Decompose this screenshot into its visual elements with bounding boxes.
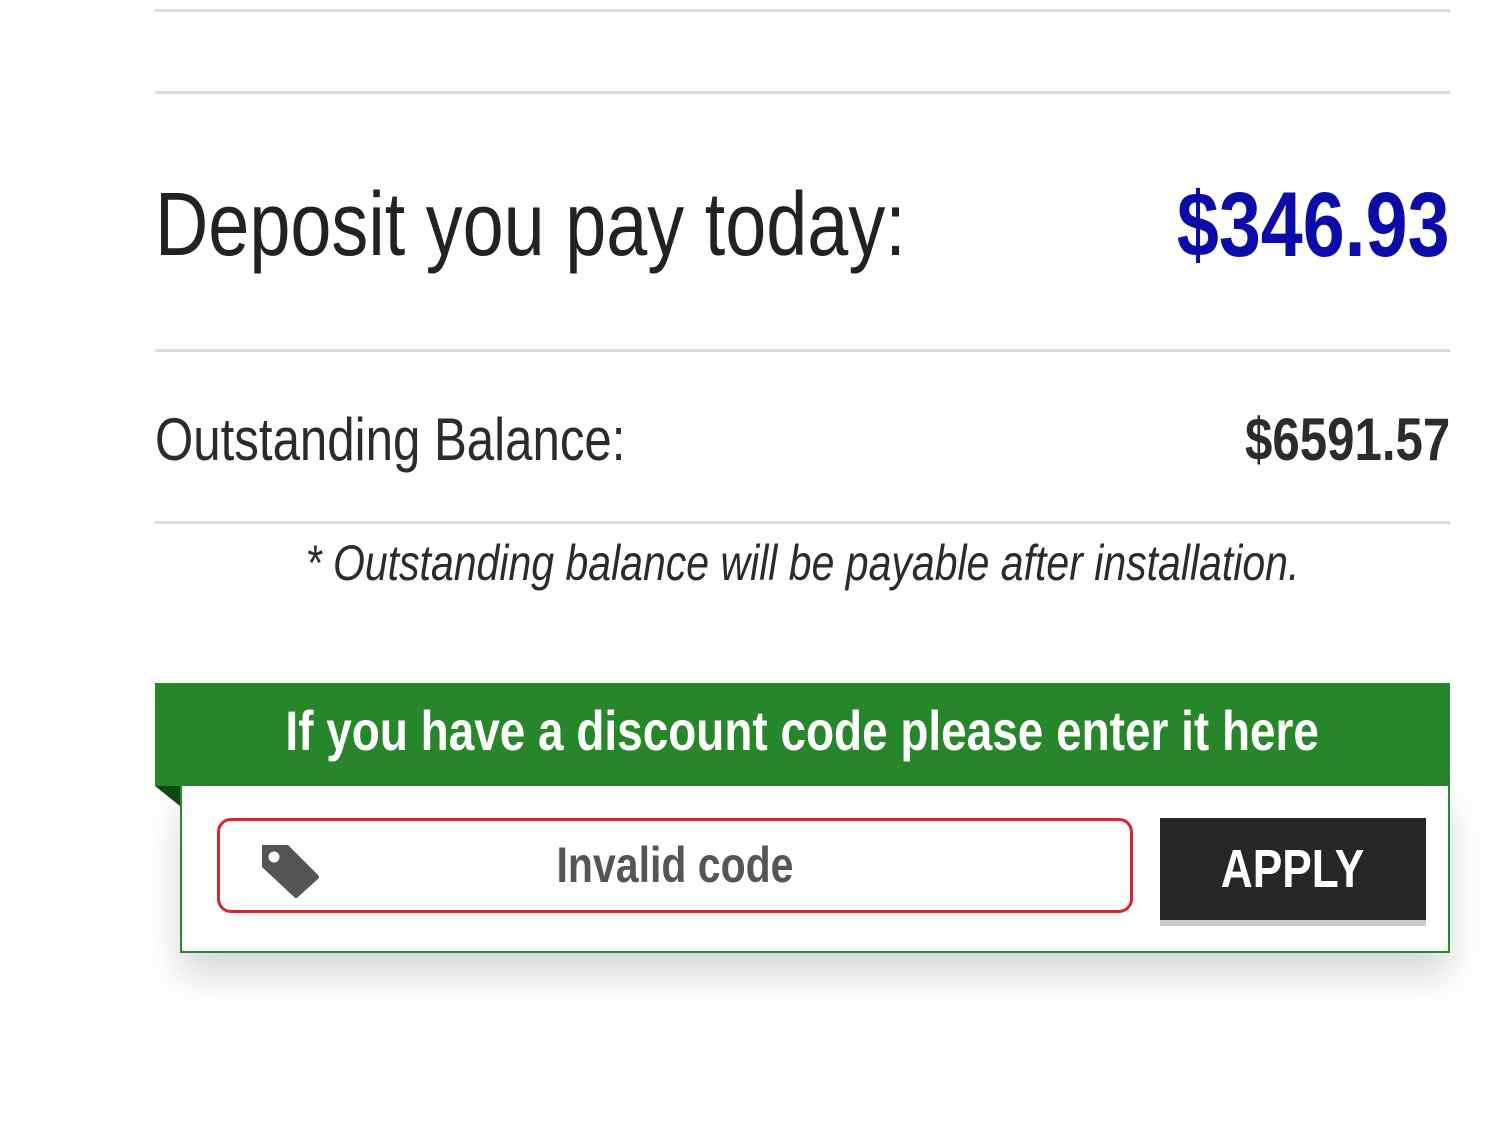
apply-button-label: APPLY — [1221, 839, 1365, 899]
divider-below-balance — [155, 521, 1450, 524]
discount-body: Invalid code APPLY — [180, 786, 1450, 953]
balance-note: * Outstanding balance will be payable af… — [305, 535, 1300, 591]
outstanding-balance-amount: $6591.57 — [1244, 406, 1450, 473]
discount-code-value: Invalid code — [556, 837, 794, 893]
deposit-label: Deposit you pay today: — [155, 175, 906, 275]
outstanding-balance-label: Outstanding Balance: — [155, 406, 626, 473]
apply-button[interactable]: APPLY — [1160, 818, 1426, 920]
divider-top — [155, 9, 1450, 12]
deposit-amount: $346.93 — [1177, 174, 1450, 276]
divider-below-deposit — [155, 349, 1450, 352]
discount-code-input[interactable]: Invalid code — [217, 818, 1133, 913]
discount-ribbon-fold — [155, 786, 180, 806]
discount-header-text: If you have a discount code please enter… — [285, 699, 1320, 762]
discount-header: If you have a discount code please enter… — [155, 683, 1450, 786]
divider-above-deposit — [155, 91, 1450, 94]
